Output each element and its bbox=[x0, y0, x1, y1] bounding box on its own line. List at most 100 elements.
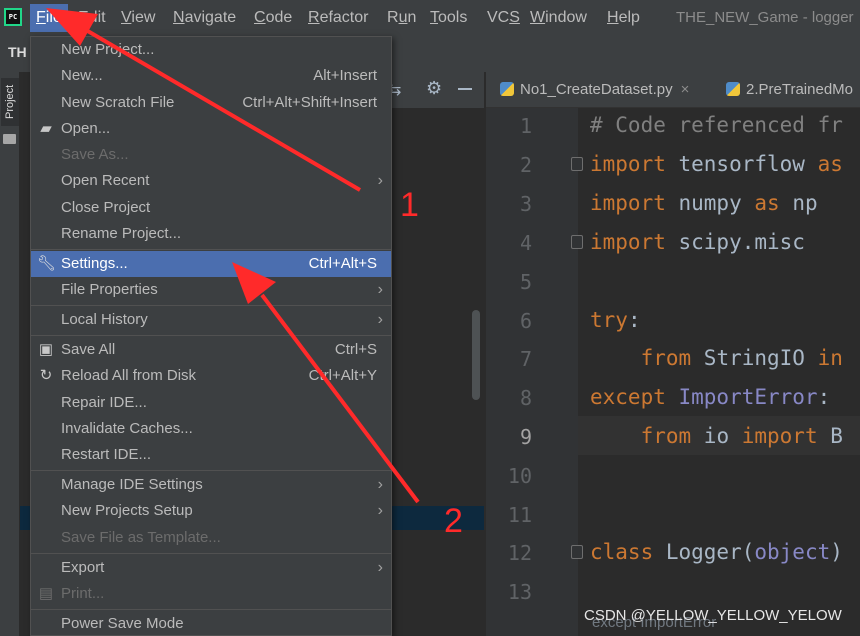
menu-window[interactable]: Window bbox=[530, 4, 587, 32]
menu-code[interactable]: Code bbox=[254, 4, 292, 32]
menu-item-settings[interactable]: 🔧︎ Settings... Ctrl+Alt+S bbox=[31, 251, 391, 277]
line-number: 1 bbox=[519, 114, 532, 138]
code-keyword: from bbox=[640, 424, 692, 448]
tab-no1-createdataset[interactable]: No1_CreateDataset.py × bbox=[500, 72, 689, 108]
current-line-number: 9 bbox=[519, 425, 532, 449]
code-text: numpy bbox=[665, 191, 755, 215]
menu-item-label: Restart IDE... bbox=[61, 446, 152, 463]
menu-item-print[interactable]: ▤ Print... bbox=[31, 581, 391, 607]
menu-tools-mnemonic: T bbox=[430, 9, 438, 26]
menu-view[interactable]: View bbox=[121, 4, 155, 32]
menu-item-label: File Properties bbox=[61, 281, 158, 298]
project-tool-window-button[interactable]: Project bbox=[1, 78, 19, 126]
menu-separator bbox=[31, 335, 391, 336]
menu-run[interactable]: Run bbox=[387, 4, 416, 32]
fold-marker-icon[interactable] bbox=[571, 545, 583, 559]
menu-item-reload-all[interactable]: ↻ Reload All from Disk Ctrl+Alt+Y bbox=[31, 363, 391, 389]
code-keyword: import bbox=[741, 424, 818, 448]
code-text: ) bbox=[830, 540, 843, 564]
menu-item-manage-ide-settings[interactable]: Manage IDE Settings › bbox=[31, 472, 391, 498]
menu-item-label: New... bbox=[61, 67, 103, 84]
menu-refactor[interactable]: Refactor bbox=[308, 4, 368, 32]
code-text: : bbox=[627, 308, 641, 332]
left-tool-strip bbox=[0, 72, 20, 636]
code-keyword: as bbox=[817, 152, 843, 176]
menu-file-label-rest: ile bbox=[45, 9, 62, 26]
menu-item-label: Invalidate Caches... bbox=[61, 420, 193, 437]
menu-code-mnemonic: C bbox=[254, 9, 266, 26]
menu-item-restart-ide[interactable]: Restart IDE... bbox=[31, 442, 391, 468]
code-keyword: except bbox=[590, 385, 666, 409]
code-text: StringIO bbox=[691, 346, 818, 370]
code-line-8: except ImportError: bbox=[590, 385, 830, 409]
menu-item-repair-ide[interactable]: Repair IDE... bbox=[31, 390, 391, 416]
line-number: 13 bbox=[507, 580, 532, 604]
menu-item-label: Close Project bbox=[61, 199, 151, 216]
code-line-1: # Code referenced fr bbox=[590, 113, 843, 137]
code-keyword: import bbox=[590, 230, 666, 254]
code-text: np bbox=[779, 191, 818, 215]
tab-label: No1_CreateDataset.py bbox=[520, 81, 673, 98]
menu-item-export[interactable]: Export › bbox=[31, 555, 391, 581]
close-icon[interactable]: × bbox=[681, 81, 690, 98]
menu-item-label: New Project... bbox=[61, 41, 155, 58]
menu-item-new[interactable]: New... Alt+Insert bbox=[31, 63, 391, 89]
save-icon: ▣ bbox=[38, 341, 54, 358]
menu-tools[interactable]: Tools bbox=[430, 4, 467, 32]
fold-marker-icon[interactable] bbox=[571, 157, 583, 171]
code-line-9: from io import B bbox=[590, 424, 843, 448]
menu-item-invalidate-caches[interactable]: Invalidate Caches... bbox=[31, 416, 391, 442]
menu-item-save-all[interactable]: ▣ Save All Ctrl+S bbox=[31, 337, 391, 363]
python-file-icon bbox=[726, 82, 740, 96]
menu-item-label: Local History bbox=[61, 311, 148, 328]
menu-vcs[interactable]: VCS bbox=[487, 4, 520, 32]
menu-item-close-project[interactable]: Close Project bbox=[31, 195, 391, 221]
menu-file[interactable]: File bbox=[30, 4, 68, 32]
code-line-3: import numpy as np bbox=[590, 191, 818, 215]
menu-navigate-label-rest: avigate bbox=[184, 9, 237, 26]
fold-marker-icon[interactable] bbox=[571, 235, 583, 249]
chevron-right-icon: › bbox=[377, 559, 383, 576]
folder-icon[interactable] bbox=[3, 134, 16, 144]
project-name-badge: TH bbox=[8, 44, 27, 60]
hide-panel-icon[interactable] bbox=[458, 88, 472, 90]
tab-pretrainedmo[interactable]: 2.PreTrainedMo bbox=[726, 72, 853, 108]
menu-item-shortcut: Alt+Insert bbox=[313, 67, 377, 84]
pycharm-logo-icon[interactable]: PC bbox=[4, 8, 22, 26]
menu-item-new-scratch-file[interactable]: New Scratch File Ctrl+Alt+Shift+Insert bbox=[31, 90, 391, 116]
code-comment: # Code referenced fr bbox=[590, 113, 843, 137]
menu-item-save-as[interactable]: Save As... bbox=[31, 142, 391, 168]
chevron-right-icon: › bbox=[377, 311, 383, 328]
menu-item-label: Manage IDE Settings bbox=[61, 476, 203, 493]
menu-refactor-label-rest: efactor bbox=[319, 9, 369, 26]
menu-vcs-label: VC bbox=[487, 9, 510, 26]
menu-item-file-properties[interactable]: File Properties › bbox=[31, 277, 391, 303]
menu-item-local-history[interactable]: Local History › bbox=[31, 307, 391, 333]
chevron-right-icon: › bbox=[377, 281, 383, 298]
menu-item-open[interactable]: ▰ Open... bbox=[31, 116, 391, 142]
menu-item-rename-project[interactable]: Rename Project... bbox=[31, 221, 391, 247]
code-keyword: class bbox=[590, 540, 654, 564]
code-keyword: as bbox=[754, 191, 780, 215]
code-text: io bbox=[691, 424, 742, 448]
line-number: 8 bbox=[519, 386, 532, 410]
gear-icon[interactable]: ⚙ bbox=[426, 78, 442, 99]
menu-help[interactable]: Help bbox=[607, 4, 640, 32]
chevron-right-icon: › bbox=[377, 172, 383, 189]
menu-item-new-project[interactable]: New Project... bbox=[31, 37, 391, 63]
menu-item-save-file-as-template[interactable]: Save File as Template... bbox=[31, 525, 391, 551]
tab-label: 2.PreTrainedMo bbox=[746, 81, 853, 98]
menu-item-label: Open... bbox=[61, 120, 111, 137]
menu-item-label: Save As... bbox=[61, 146, 129, 163]
project-panel-scrollbar[interactable] bbox=[472, 310, 480, 400]
menu-navigate[interactable]: Navigate bbox=[173, 4, 236, 32]
menu-edit[interactable]: Edit bbox=[78, 4, 106, 32]
menu-item-label: Power Save Mode bbox=[61, 615, 184, 632]
menu-item-open-recent[interactable]: Open Recent › bbox=[31, 168, 391, 194]
line-number: 2 bbox=[519, 153, 532, 177]
menu-item-new-projects-setup[interactable]: New Projects Setup › bbox=[31, 498, 391, 524]
menu-item-label: Settings... bbox=[61, 255, 128, 272]
code-line-6: try: bbox=[590, 308, 641, 332]
menu-item-power-save-mode[interactable]: Power Save Mode bbox=[31, 611, 391, 635]
